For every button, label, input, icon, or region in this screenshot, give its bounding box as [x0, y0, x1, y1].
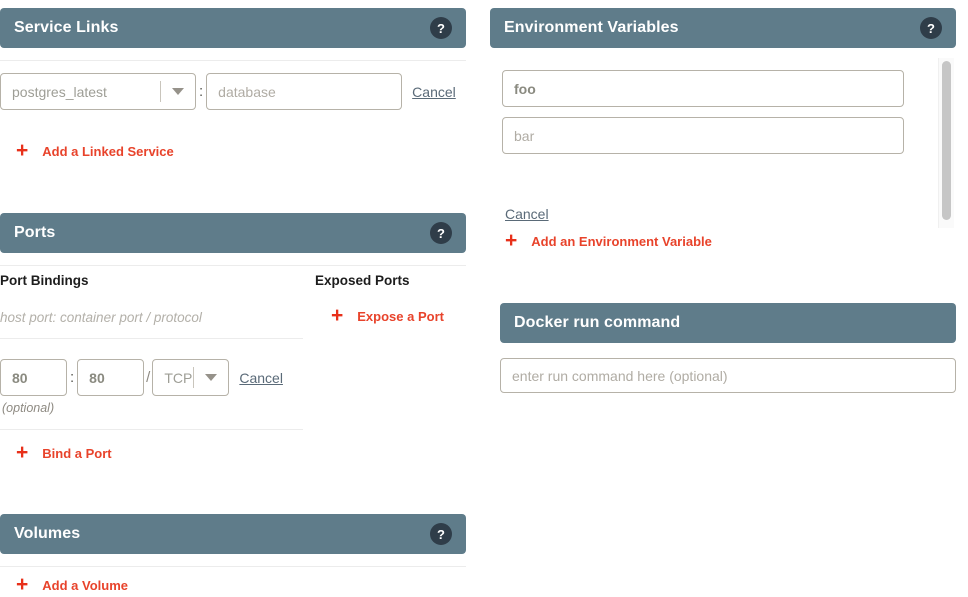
host-port-input[interactable]: [0, 359, 67, 396]
container-port-input[interactable]: [77, 359, 144, 396]
docker-run-command-input[interactable]: [500, 358, 956, 393]
add-linked-service-button[interactable]: + Add a Linked Service: [16, 141, 174, 161]
cancel-environment-variable[interactable]: Cancel: [505, 206, 549, 222]
add-linked-service-label: Add a Linked Service: [42, 144, 174, 159]
service-link-colon: :: [196, 83, 206, 100]
port-bindings-rule-bottom: [0, 429, 303, 430]
protocol-select[interactable]: TCP: [152, 359, 229, 396]
port-bindings-heading: Port Bindings: [0, 273, 89, 288]
panel-header-environment-variables: Environment Variables ?: [490, 8, 956, 48]
left-column: Service Links ? postgres_latest : Cancel…: [0, 0, 480, 597]
exposed-ports-heading: Exposed Ports: [315, 273, 410, 288]
environment-variables-scrollbar-thumb[interactable]: [942, 61, 951, 220]
service-link-row: postgres_latest : Cancel: [0, 73, 466, 110]
port-colon: :: [67, 369, 77, 386]
panel-title-service-links: Service Links: [14, 19, 118, 37]
help-icon[interactable]: ?: [920, 17, 942, 39]
env-variable-name-input[interactable]: [502, 70, 904, 107]
panel-title-ports: Ports: [14, 224, 55, 242]
cancel-port-binding[interactable]: Cancel: [239, 370, 283, 386]
panel-title-docker-run-command: Docker run command: [514, 314, 680, 332]
bind-a-port-button[interactable]: + Bind a Port: [16, 443, 112, 463]
help-icon[interactable]: ?: [430, 523, 452, 545]
port-optional-note: (optional): [2, 401, 54, 415]
plus-icon: +: [16, 574, 28, 595]
linked-service-value: postgres_latest: [1, 84, 160, 100]
linked-service-select[interactable]: postgres_latest: [0, 73, 196, 110]
expose-a-port-label: Expose a Port: [357, 309, 444, 324]
expose-a-port-button[interactable]: + Expose a Port: [331, 306, 444, 326]
protocol-value: TCP: [153, 370, 193, 386]
container-config-page: Service Links ? postgres_latest : Cancel…: [0, 0, 968, 597]
add-environment-variable-label: Add an Environment Variable: [531, 234, 712, 249]
port-bindings-rule-top: [0, 338, 303, 339]
bind-a-port-label: Bind a Port: [42, 446, 111, 461]
panel-header-ports: Ports ?: [0, 213, 466, 253]
panel-header-service-links: Service Links ?: [0, 8, 466, 48]
service-alias-input[interactable]: [206, 73, 402, 110]
plus-icon: +: [16, 140, 28, 161]
add-a-volume-label: Add a Volume: [42, 578, 128, 593]
plus-icon: +: [331, 305, 343, 326]
add-a-volume-button[interactable]: + Add a Volume: [16, 575, 128, 595]
volumes-divider: [0, 566, 466, 567]
panel-title-environment-variables: Environment Variables: [504, 19, 679, 37]
port-bindings-hint: host port: container port / protocol: [0, 310, 202, 325]
chevron-down-icon: [161, 88, 195, 95]
chevron-down-icon: [194, 374, 228, 381]
panel-header-volumes: Volumes ?: [0, 514, 466, 554]
help-icon[interactable]: ?: [430, 17, 452, 39]
service-links-divider: [0, 60, 466, 61]
port-binding-row: : / TCP Cancel: [0, 359, 283, 396]
plus-icon: +: [16, 442, 28, 463]
plus-icon: +: [505, 230, 517, 251]
cancel-service-link[interactable]: Cancel: [412, 84, 456, 100]
right-column: Environment Variables ? Cancel + Add an …: [490, 0, 968, 597]
help-icon[interactable]: ?: [430, 222, 452, 244]
panel-title-volumes: Volumes: [14, 525, 80, 543]
env-variable-value-input[interactable]: [502, 117, 904, 154]
ports-divider: [0, 265, 466, 266]
panel-header-docker-run-command: Docker run command: [500, 303, 956, 343]
add-environment-variable-button[interactable]: + Add an Environment Variable: [505, 231, 712, 251]
port-slash: /: [144, 369, 152, 386]
